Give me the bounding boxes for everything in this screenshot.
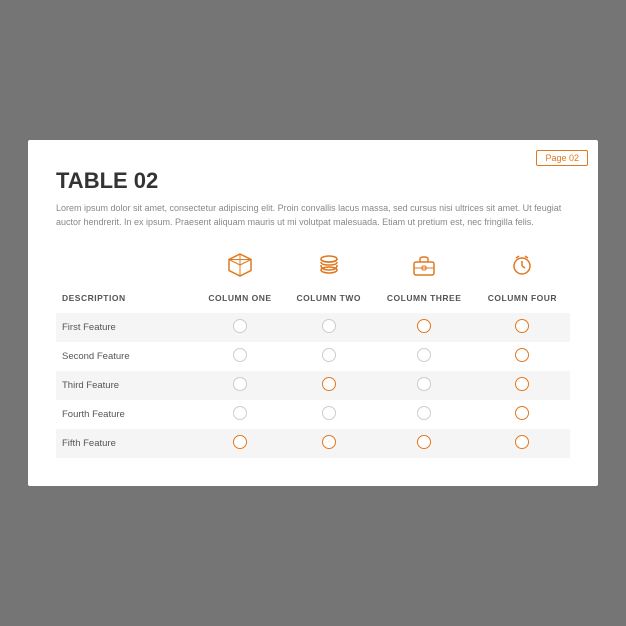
table-row: Fifth Feature <box>56 429 570 458</box>
radio-cell[interactable] <box>475 400 570 429</box>
radio-cell[interactable] <box>284 371 374 400</box>
radio-cell[interactable] <box>374 400 475 429</box>
radio-cell[interactable] <box>475 342 570 371</box>
radio-cell[interactable] <box>284 342 374 371</box>
radio-cell[interactable] <box>475 429 570 458</box>
clock-icon <box>508 251 536 279</box>
table-row: First Feature <box>56 313 570 342</box>
table-description: Lorem ipsum dolor sit amet, consectetur … <box>56 202 570 229</box>
radio-cell[interactable] <box>374 313 475 342</box>
table-row: Fourth Feature <box>56 400 570 429</box>
header-col2: COLUMN TWO <box>284 289 374 313</box>
table-row: Second Feature <box>56 342 570 371</box>
row-label: Third Feature <box>56 371 196 400</box>
radio-cell[interactable] <box>284 429 374 458</box>
radio-cell[interactable] <box>196 429 284 458</box>
radio-cell[interactable] <box>374 371 475 400</box>
col4-icon-cell <box>475 247 570 289</box>
row-label: Second Feature <box>56 342 196 371</box>
radio-cell[interactable] <box>196 400 284 429</box>
row-label: First Feature <box>56 313 196 342</box>
header-description: DESCRIPTION <box>56 289 196 313</box>
page-badge: Page 02 <box>536 150 588 166</box>
database-icon <box>315 251 343 279</box>
table-row: Third Feature <box>56 371 570 400</box>
radio-cell[interactable] <box>284 400 374 429</box>
header-col1: COLUMN ONE <box>196 289 284 313</box>
table-title: TABLE 02 <box>56 168 570 194</box>
briefcase-icon <box>410 251 438 279</box>
radio-cell[interactable] <box>196 342 284 371</box>
header-col4: COLUMN FOUR <box>475 289 570 313</box>
col1-icon-cell <box>196 247 284 289</box>
radio-cell[interactable] <box>196 371 284 400</box>
radio-cell[interactable] <box>374 429 475 458</box>
box-icon <box>226 251 254 279</box>
radio-cell[interactable] <box>196 313 284 342</box>
radio-cell[interactable] <box>475 371 570 400</box>
radio-cell[interactable] <box>284 313 374 342</box>
desc-header-empty <box>56 247 196 289</box>
radio-cell[interactable] <box>374 342 475 371</box>
col3-icon-cell <box>374 247 475 289</box>
col2-icon-cell <box>284 247 374 289</box>
comparison-card: Page 02 TABLE 02 Lorem ipsum dolor sit a… <box>28 140 598 486</box>
row-label: Fifth Feature <box>56 429 196 458</box>
row-label: Fourth Feature <box>56 400 196 429</box>
header-col3: COLUMN THREE <box>374 289 475 313</box>
radio-cell[interactable] <box>475 313 570 342</box>
comparison-table: DESCRIPTION COLUMN ONE COLUMN TWO COLUMN… <box>56 247 570 458</box>
